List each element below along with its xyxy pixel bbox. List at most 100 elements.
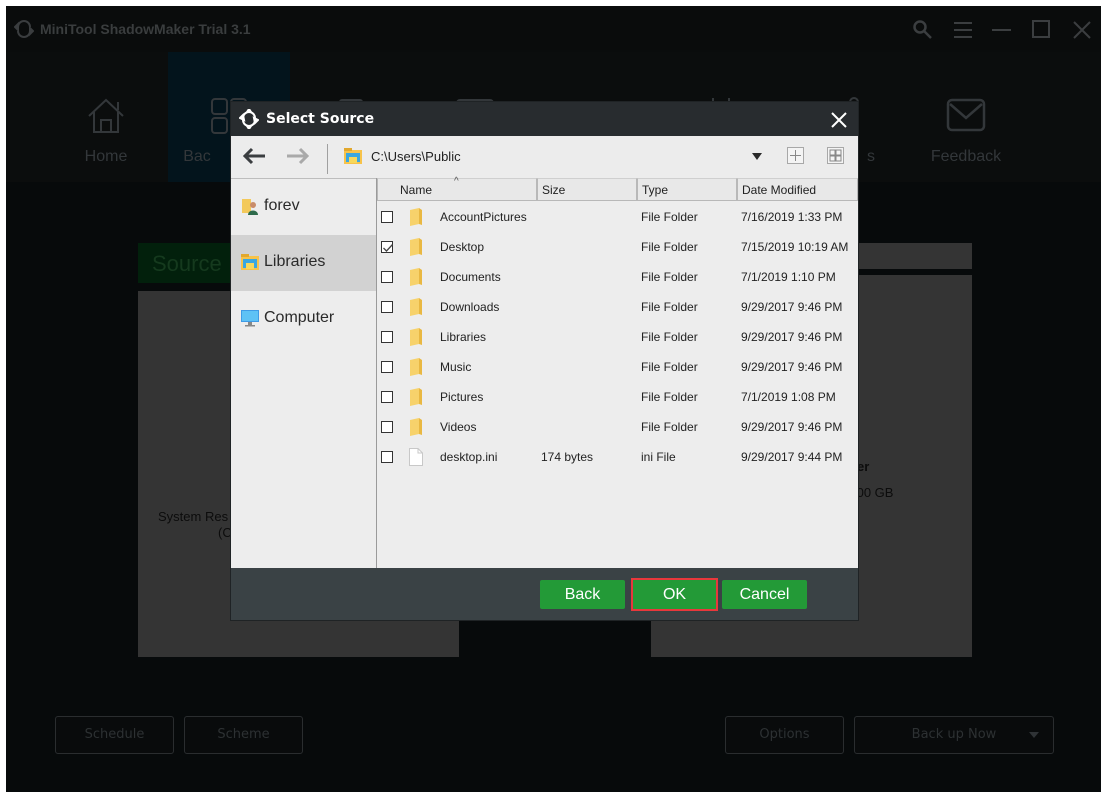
destination-name: er (857, 459, 870, 474)
app-title: MiniTool ShadowMaker Trial 3.1 (40, 21, 251, 37)
file-checkbox[interactable] (381, 331, 393, 343)
checkmark-icon (383, 244, 393, 252)
user-folder-icon (242, 199, 258, 215)
file-type: File Folder (641, 270, 698, 284)
file-checkbox[interactable] (381, 271, 393, 283)
file-row[interactable]: Libraries File Folder 9/29/2017 9:46 PM (377, 322, 858, 352)
sidebar-item-forev[interactable]: forev (231, 179, 376, 235)
source-card-subtext: (C (218, 525, 232, 540)
view-toggle-button[interactable] (827, 147, 844, 164)
file-row[interactable]: Videos File Folder 9/29/2017 9:46 PM (377, 412, 858, 442)
file-checkbox[interactable] (381, 361, 393, 373)
sidebar-label: Libraries (264, 253, 326, 270)
file-checkbox[interactable] (381, 241, 393, 253)
folder-icon (409, 298, 423, 316)
file-size: 174 bytes (541, 450, 594, 464)
dialog-title-bar: Select Source (231, 102, 858, 136)
file-date-modified: 7/16/2019 1:33 PM (741, 210, 843, 224)
scheme-button[interactable]: Scheme (184, 716, 303, 754)
file-row[interactable]: Music File Folder 9/29/2017 9:46 PM (377, 352, 858, 382)
column-header-size[interactable]: Size (537, 178, 637, 201)
file-type: File Folder (641, 330, 698, 344)
file-checkbox[interactable] (381, 301, 393, 313)
backup-now-button[interactable]: Back up Now (854, 716, 1054, 754)
file-checkbox[interactable] (381, 421, 393, 433)
file-checkbox[interactable] (381, 451, 393, 463)
file-row[interactable]: desktop.ini 174 bytes ini File 9/29/2017 9:… (377, 442, 858, 472)
back-arrow-icon[interactable] (241, 146, 267, 166)
menu-icon[interactable] (951, 18, 975, 42)
column-label: Type (642, 183, 669, 197)
sort-ascending-icon: ^ (454, 176, 459, 187)
dialog-sidebar: forev Libraries Computer (231, 178, 376, 568)
column-header-type[interactable]: Type (637, 178, 737, 201)
options-button[interactable]: Options (725, 716, 844, 754)
file-name: Libraries (440, 330, 487, 344)
file-name: Desktop (440, 240, 485, 254)
app-logo-icon (239, 109, 259, 129)
dialog-toolbar: C:\Users\Public (231, 136, 858, 178)
file-name: Videos (440, 420, 477, 434)
file-name: Documents (440, 270, 501, 284)
column-label: Size (542, 183, 566, 197)
file-row[interactable]: Downloads File Folder 9/29/2017 9:46 PM (377, 292, 858, 322)
minimize-icon[interactable] (990, 18, 1014, 42)
file-row[interactable]: Documents File Folder 7/1/2019 1:10 PM (377, 262, 858, 292)
file-type: ini File (641, 450, 676, 464)
maximize-icon[interactable] (1030, 18, 1054, 42)
file-icon (409, 448, 423, 466)
nav-label: Feedback (930, 148, 1002, 165)
path-dropdown-icon[interactable] (752, 153, 762, 160)
column-header-date-modified[interactable]: Date Modified (737, 178, 858, 201)
cancel-button[interactable]: Cancel (722, 580, 807, 609)
file-date-modified: 7/1/2019 1:10 PM (741, 270, 836, 284)
grid-view-icon (829, 149, 842, 162)
file-name: desktop.ini (440, 450, 498, 464)
dialog-footer: Back OK Cancel (231, 568, 858, 620)
dialog-title: Select Source (266, 111, 375, 127)
close-icon[interactable] (830, 111, 848, 129)
file-row[interactable]: AccountPictures File Folder 7/16/2019 1:33… (377, 202, 858, 232)
toolbar-divider (327, 144, 328, 174)
file-date-modified: 9/29/2017 9:46 PM (741, 330, 843, 344)
file-checkbox[interactable] (381, 211, 393, 223)
forward-arrow-icon[interactable] (285, 146, 311, 166)
schedule-button[interactable]: Schedule (55, 716, 174, 754)
sidebar-item-libraries[interactable]: Libraries (231, 235, 376, 291)
folder-icon (409, 268, 423, 286)
feedback-icon (946, 98, 986, 132)
plus-icon (790, 150, 801, 161)
file-name: Pictures (440, 390, 484, 404)
libraries-icon (344, 148, 362, 164)
file-checkbox[interactable] (381, 391, 393, 403)
file-date-modified: 7/15/2019 10:19 AM (741, 240, 849, 254)
file-date-modified: 7/1/2019 1:08 PM (741, 390, 836, 404)
backup-now-label: Back up Now (911, 727, 997, 742)
file-row[interactable]: Pictures File Folder 7/1/2019 1:08 PM (377, 382, 858, 412)
source-label: Source (152, 251, 222, 276)
folder-icon (409, 358, 423, 376)
key-icon[interactable] (911, 18, 935, 42)
file-date-modified: 9/29/2017 9:46 PM (741, 360, 843, 374)
column-header-name[interactable]: ^ Name (377, 176, 537, 201)
ok-button[interactable]: OK (633, 580, 716, 609)
select-source-dialog: Select Source C:\Users\Public forev Libr… (231, 102, 858, 620)
back-button[interactable]: Back (540, 580, 625, 609)
column-label: Name (400, 183, 433, 197)
folder-icon (409, 418, 423, 436)
libraries-icon (241, 254, 259, 270)
file-type: File Folder (641, 360, 698, 374)
chevron-down-icon[interactable] (1029, 732, 1039, 738)
path-field[interactable]: C:\Users\Public (371, 149, 461, 164)
sidebar-item-computer[interactable]: Computer (231, 291, 376, 347)
folder-icon (409, 208, 423, 226)
file-type: File Folder (641, 420, 698, 434)
file-row[interactable]: Desktop File Folder 7/15/2019 10:19 AM (377, 232, 858, 262)
file-name: Music (440, 360, 472, 374)
app-logo-icon (14, 20, 34, 38)
nav-feedback[interactable]: Feedback (905, 52, 1027, 182)
close-icon[interactable] (1070, 18, 1094, 42)
new-folder-button[interactable] (787, 147, 804, 164)
title-bar: MiniTool ShadowMaker Trial 3.1 (6, 6, 1101, 52)
file-type: File Folder (641, 210, 698, 224)
